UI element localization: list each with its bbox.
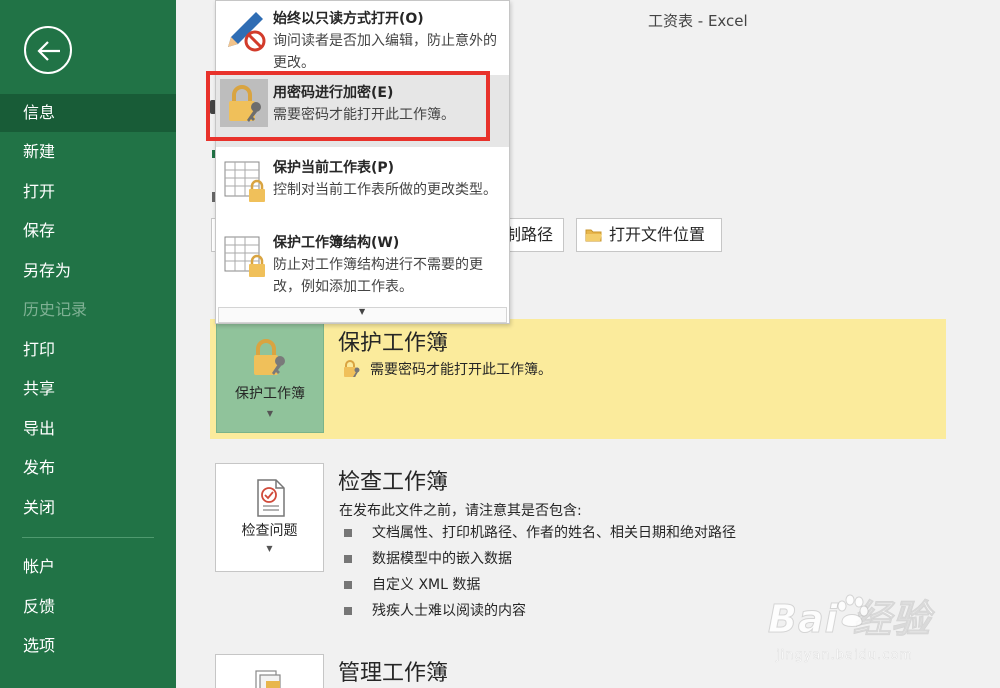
- nav-item-close[interactable]: 关闭: [0, 489, 176, 527]
- sheet-lock-icon: [224, 161, 265, 202]
- nav-item-save[interactable]: 保存: [0, 212, 176, 250]
- document-check-icon: [257, 479, 285, 517]
- list-item: 数据模型中的嵌入数据: [344, 546, 736, 572]
- inspect-issues-tile-label: 检查问题: [241, 523, 298, 539]
- nav-item-history: 历史记录: [23, 300, 88, 319]
- copy-path-label: 制路径: [505, 225, 554, 244]
- menu-item-title: 始终以只读方式打开(O): [273, 11, 424, 27]
- nav-item-options[interactable]: 选项: [0, 627, 176, 665]
- nav-item-account[interactable]: 帐户: [0, 548, 176, 586]
- arrow-left-icon: [37, 41, 60, 61]
- menu-item-title: 保护工作簿结构(W): [273, 235, 400, 251]
- list-item: 自定义 XML 数据: [344, 572, 736, 598]
- bullet-square-icon: [344, 581, 352, 589]
- nav-item-feedback[interactable]: 反馈: [0, 588, 176, 626]
- menu-item-desc: 需要密码才能打开此工作簿。: [273, 107, 455, 123]
- menu-item-desc: 询问读者是否加入编辑，防止意外的更改。: [273, 33, 497, 71]
- menu-item-protect-current-sheet[interactable]: 保护当前工作表(P) 控制对当前工作表所做的更改类型。: [216, 151, 509, 225]
- bullet-square-icon: [344, 555, 352, 563]
- nav-item-publish[interactable]: 发布: [0, 449, 176, 487]
- bullet-square-icon: [344, 607, 352, 615]
- nav-divider: [22, 537, 154, 538]
- protect-workbook-dropdown: 始终以只读方式打开(O) 询问读者是否加入编辑，防止意外的更改。 用密码进行加密…: [215, 0, 510, 324]
- backstage-nav: 信息 新建 打开 保存 另存为 历史记录 打印 共享 导出 发布 关闭 帐户 反…: [0, 0, 176, 688]
- folder-icon: [585, 229, 602, 242]
- manage-workbook-heading: 管理工作簿: [338, 661, 449, 686]
- pencil-no-icon: [228, 12, 266, 52]
- documents-icon: [255, 670, 281, 688]
- nav-item-new[interactable]: 新建: [0, 133, 176, 171]
- inspect-workbook-heading: 检查工作簿: [338, 470, 449, 495]
- lock-key-icon: [254, 339, 285, 375]
- menu-item-always-open-read-only[interactable]: 始终以只读方式打开(O) 询问读者是否加入编辑，防止意外的更改。: [216, 1, 509, 74]
- inspect-workbook-intro: 在发布此文件之前，请注意其是否包含:: [339, 503, 582, 519]
- inspect-issues-button[interactable]: 检查问题 ▼: [215, 463, 324, 572]
- paw-icon: [837, 594, 869, 627]
- open-file-location-label: 打开文件位置: [609, 225, 706, 244]
- protect-workbook-tile-label: 保护工作簿: [235, 386, 305, 402]
- menu-item-desc: 控制对当前工作表所做的更改类型。: [273, 182, 497, 198]
- baidu-watermark: Bai 经验 jingyan.baidu.com: [768, 582, 948, 682]
- watermark-url: jingyan.baidu.com: [776, 648, 913, 663]
- menu-item-encrypt-with-password[interactable]: 用密码进行加密(E) 需要密码才能打开此工作簿。: [216, 75, 509, 147]
- open-file-location-button[interactable]: 打开文件位置: [576, 218, 722, 252]
- protect-workbook-section: 保护工作簿 ▼ 保护工作簿 需要密码才能打开此工作簿。: [210, 319, 946, 439]
- bullet-text: 残疾人士难以阅读的内容: [372, 603, 526, 619]
- menu-item-title: 用密码进行加密(E): [273, 85, 394, 101]
- menu-item-title: 保护当前工作表(P): [273, 160, 395, 176]
- menu-item-protect-workbook-structure[interactable]: 保护工作簿结构(W) 防止对工作簿结构进行不需要的更改，例如添加工作表。: [216, 226, 509, 304]
- chevron-down-icon: ▼: [266, 544, 273, 553]
- workbook-lock-icon: [224, 236, 265, 277]
- bullet-square-icon: [344, 529, 352, 537]
- chevron-down-icon: ▼: [266, 409, 274, 418]
- list-item: 残疾人士难以阅读的内容: [344, 598, 736, 624]
- lock-key-small-icon: [344, 360, 360, 377]
- protect-workbook-desc-text: 需要密码才能打开此工作簿。: [370, 362, 552, 378]
- back-button[interactable]: [24, 26, 72, 74]
- menu-item-desc: 防止对工作簿结构进行不需要的更改，例如添加工作表。: [273, 257, 483, 295]
- bullet-text: 自定义 XML 数据: [372, 577, 481, 593]
- bullet-text: 文档属性、打印机路径、作者的姓名、相关日期和绝对路径: [372, 525, 736, 541]
- lock-key-icon: [229, 85, 261, 122]
- nav-item-export[interactable]: 导出: [0, 410, 176, 448]
- protect-workbook-button[interactable]: 保护工作簿 ▼: [216, 322, 324, 433]
- menu-scroll-down[interactable]: ▼: [218, 307, 507, 323]
- window-title: 工资表 - Excel: [648, 12, 748, 30]
- nav-item-save-as[interactable]: 另存为: [0, 252, 176, 290]
- inspect-bullet-list: 文档属性、打印机路径、作者的姓名、相关日期和绝对路径 数据模型中的嵌入数据 自定…: [344, 520, 736, 624]
- protect-workbook-heading: 保护工作簿: [338, 331, 449, 356]
- bullet-text: 数据模型中的嵌入数据: [372, 551, 512, 567]
- nav-item-share[interactable]: 共享: [0, 370, 176, 408]
- manage-workbook-button[interactable]: [215, 654, 324, 688]
- protect-workbook-description: 需要密码才能打开此工作簿。: [342, 359, 552, 379]
- chevron-down-icon: ▼: [359, 307, 366, 316]
- nav-item-open[interactable]: 打开: [0, 173, 176, 211]
- nav-item-print[interactable]: 打印: [0, 331, 176, 369]
- list-item: 文档属性、打印机路径、作者的姓名、相关日期和绝对路径: [344, 520, 736, 546]
- nav-item-info[interactable]: 信息: [0, 94, 176, 132]
